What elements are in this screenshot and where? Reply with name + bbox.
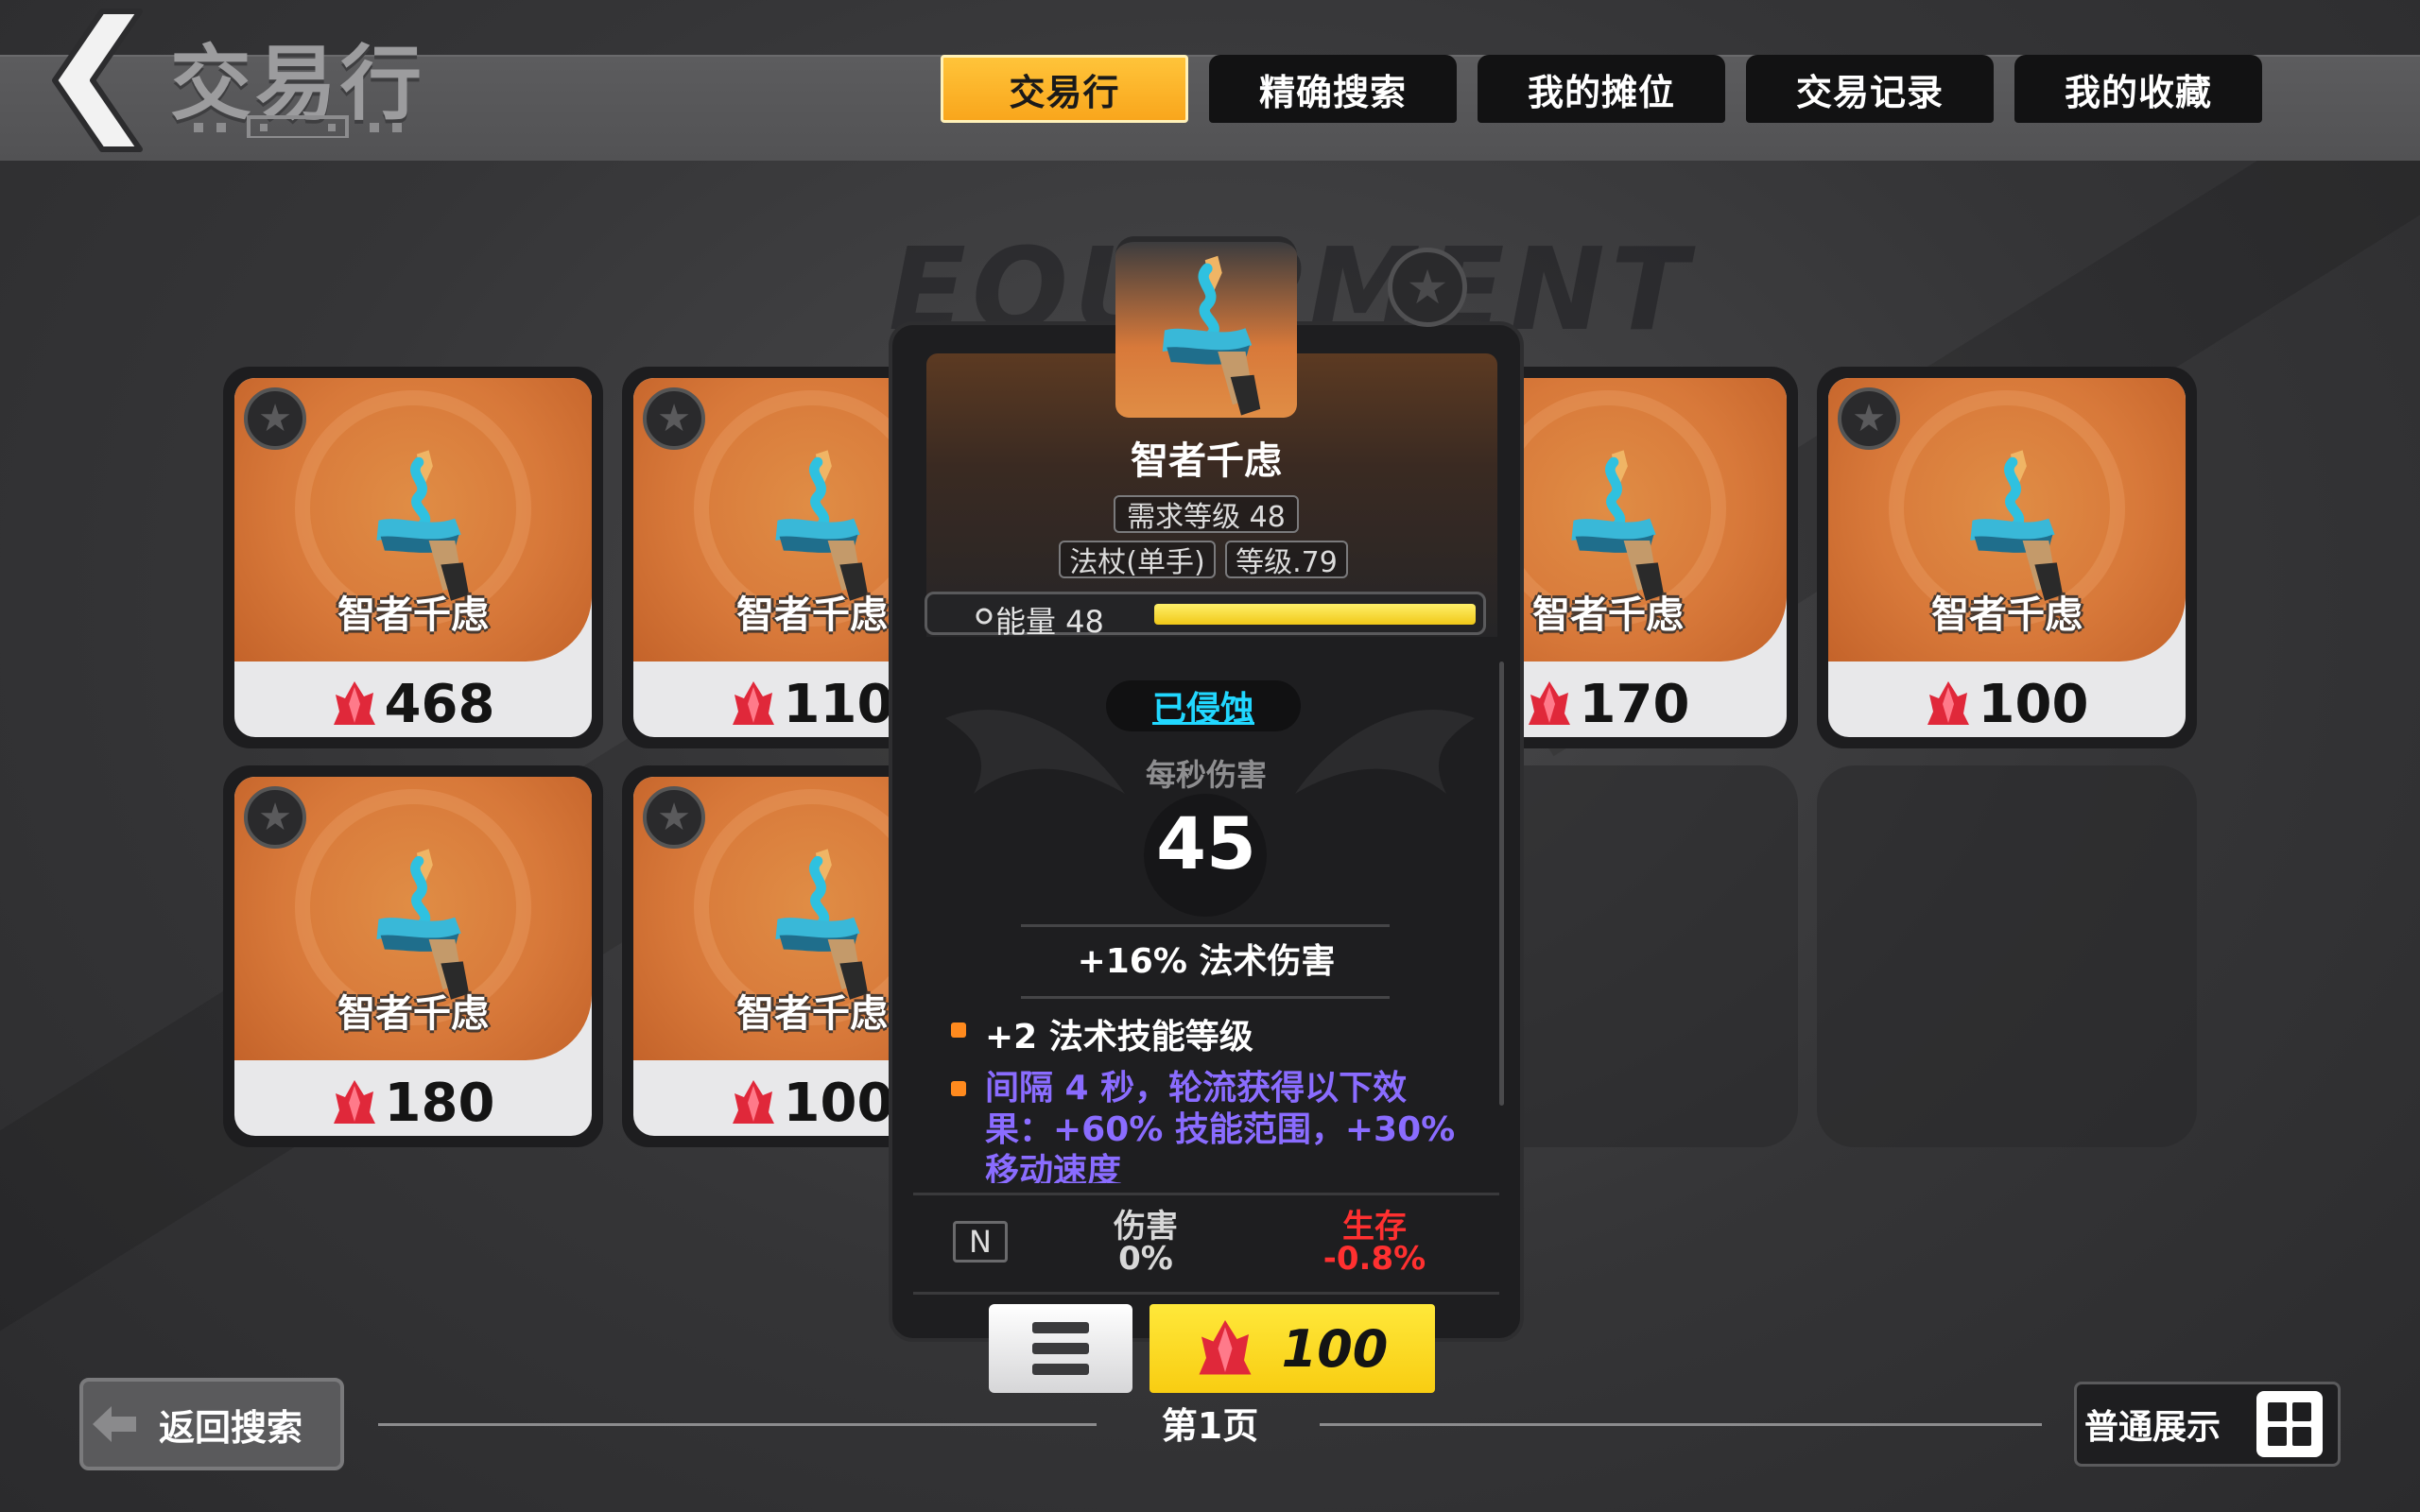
staff-icon	[737, 843, 898, 1004]
divider	[1021, 996, 1390, 999]
empty-slot	[1817, 765, 2197, 1147]
menu-icon	[1032, 1343, 1089, 1354]
item-price: 180	[234, 1070, 592, 1136]
energy-fill	[1154, 604, 1476, 625]
staff-icon	[338, 444, 499, 605]
staff-icon	[1932, 444, 2093, 605]
item-name: 智者千虑	[1931, 593, 2083, 637]
buy-button[interactable]: 100	[1150, 1304, 1435, 1393]
dps-label: 每秒伤害	[1145, 757, 1267, 793]
tab-precise-search[interactable]: 精确搜索	[1209, 55, 1457, 123]
back-arrow-icon	[93, 1406, 136, 1442]
tab-my-favorites[interactable]: 我的收藏	[2014, 55, 2262, 123]
listing-card[interactable]: ★ 智者千虑 100	[1817, 367, 2197, 748]
detail-item-icon	[1115, 236, 1297, 418]
affix-rotating-buff: 间隔 4 秒，轮流获得以下效果：+60% 技能范围，+30% 移动速度	[985, 1069, 1456, 1183]
tab-bar: 交易行 精确搜索 我的摊位 交易记录 我的收藏	[941, 55, 2262, 123]
staff-icon	[1127, 249, 1288, 420]
favorite-star-icon[interactable]: ★	[643, 387, 705, 450]
crystal-currency-icon	[1199, 1320, 1252, 1375]
compare-badge: N	[953, 1221, 1008, 1263]
item-name: 智者千虑	[337, 593, 489, 637]
back-icon[interactable]	[36, 6, 147, 155]
energy-bar: 能量 48	[925, 592, 1486, 640]
title-decoration	[194, 115, 402, 138]
main-stat: +16% 法术伤害	[1077, 942, 1336, 981]
listing-card[interactable]: ★ 智者千虑 468	[223, 367, 603, 748]
affix-bullet	[951, 1022, 966, 1038]
crystal-currency-icon	[1528, 681, 1570, 725]
crystal-currency-icon	[333, 681, 375, 725]
crystal-currency-icon	[1927, 681, 1969, 725]
tab-trade-records[interactable]: 交易记录	[1746, 55, 1994, 123]
damage-compare-value: 0%	[1118, 1240, 1173, 1278]
staff-icon	[1533, 444, 1694, 605]
crystal-currency-icon	[732, 1080, 774, 1124]
favorite-star-icon[interactable]: ★	[1388, 248, 1467, 327]
staff-icon	[737, 444, 898, 605]
item-price: 100	[1828, 671, 2186, 737]
menu-button[interactable]	[989, 1304, 1132, 1393]
affix-bullet	[951, 1081, 966, 1096]
crystal-currency-icon	[333, 1080, 375, 1124]
weapon-type-tag: 法杖(单手)	[1059, 541, 1216, 579]
favorite-star-icon[interactable]: ★	[1838, 387, 1900, 450]
tab-trade[interactable]: 交易行	[941, 55, 1188, 123]
favorite-star-icon[interactable]: ★	[244, 387, 306, 450]
page-line	[378, 1423, 1097, 1426]
crystal-currency-icon	[732, 681, 774, 725]
detail-scrollbar[interactable]	[1499, 662, 1504, 1106]
favorite-star-icon[interactable]: ★	[244, 786, 306, 849]
corrupted-status-link[interactable]: 已侵蚀	[1106, 680, 1301, 731]
page-line	[1320, 1423, 2042, 1426]
divider	[1021, 924, 1390, 927]
listing-card[interactable]: ★ 智者千虑 180	[223, 765, 603, 1147]
survival-compare-value: -0.8%	[1322, 1240, 1426, 1278]
detail-item-name: 智者千虑	[1131, 439, 1282, 483]
dps-value: 45	[1156, 801, 1256, 885]
item-level-tag: 等级.79	[1225, 541, 1348, 579]
staff-icon	[338, 843, 499, 1004]
required-level-tag: 需求等级 48	[1114, 495, 1299, 534]
energy-icon	[976, 608, 993, 625]
energy-label: 能量 48	[995, 604, 1104, 640]
item-price: 468	[234, 671, 592, 737]
affix-skill-level: +2 法术技能等级	[985, 1018, 1253, 1057]
view-mode-toggle[interactable]: 普通展示	[2074, 1382, 2341, 1467]
page-indicator: 第1页	[1161, 1405, 1259, 1447]
item-name: 智者千虑	[337, 992, 489, 1036]
grid-view-icon	[2256, 1391, 2324, 1457]
favorite-star-icon[interactable]: ★	[643, 786, 705, 849]
menu-icon	[1032, 1322, 1089, 1333]
buy-price: 100	[1281, 1318, 1389, 1379]
tab-my-stall[interactable]: 我的摊位	[1478, 55, 1725, 123]
menu-icon	[1032, 1364, 1089, 1375]
